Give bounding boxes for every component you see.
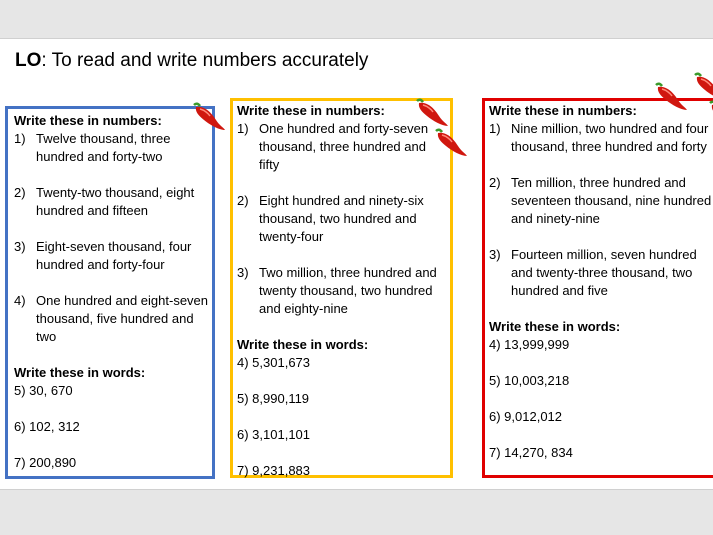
question-text: Eight-seven thousand, four hundred and f… bbox=[36, 239, 192, 272]
words-item: 7) 200,890 bbox=[14, 455, 77, 470]
question-number: 3) bbox=[489, 247, 501, 262]
question-item: 2) Eight hundred and ninety-six thousand,… bbox=[237, 192, 447, 246]
question-number: 3) bbox=[237, 265, 249, 280]
question-item: 2) Ten million, three hundred and sevente… bbox=[489, 174, 713, 228]
question-item: 3) Fourteen million, seven hundred and tw… bbox=[489, 246, 713, 300]
question-item: 1) Twelve thousand, three hundred and for… bbox=[14, 130, 209, 166]
question-text: Fourteen million, seven hundred and twen… bbox=[511, 247, 697, 298]
words-item: 6) 9,012,012 bbox=[489, 409, 563, 424]
question-item: 3) Two million, three hundred and twenty … bbox=[237, 264, 447, 318]
question-text: Eight hundred and ninety-six thousand, t… bbox=[259, 193, 424, 244]
question-number: 1) bbox=[237, 121, 249, 136]
question-text: Twelve thousand, three hundred and forty… bbox=[36, 131, 171, 164]
chilli-pepper-icon bbox=[655, 82, 687, 110]
blue-column: Write these in numbers: 1) Twelve thousan… bbox=[14, 112, 209, 472]
question-number: 2) bbox=[237, 193, 249, 208]
words-heading: Write these in words: bbox=[489, 319, 621, 334]
page-title: LO: To read and write numbers accurately bbox=[15, 50, 368, 72]
question-text: Twenty-two thousand, eight hundred and f… bbox=[36, 185, 195, 218]
chilli-pepper-icon bbox=[416, 98, 448, 126]
question-item: 4) One hundred and eight-seven thousand, … bbox=[14, 292, 209, 346]
chilli-pepper-icon bbox=[709, 100, 713, 111]
question-text: One hundred and eight-seven thousand, fi… bbox=[36, 293, 209, 344]
question-item: 2) Twenty-two thousand, eight hundred and… bbox=[14, 184, 209, 220]
words-heading: Write these in words: bbox=[237, 337, 369, 352]
question-item: 3) Eight-seven thousand, four hundred and… bbox=[14, 238, 209, 274]
yellow-column: Write these in numbers: 1) One hundred an… bbox=[237, 102, 447, 480]
words-item: 4) 5,301,673 bbox=[237, 355, 311, 370]
question-number: 3) bbox=[14, 239, 26, 254]
lo-label: LO bbox=[15, 50, 42, 71]
slide: LO: To read and write numbers accurately… bbox=[0, 38, 713, 490]
words-heading: Write these in words: bbox=[14, 365, 146, 380]
words-item: 5) 8,990,119 bbox=[237, 391, 310, 406]
question-number: 4) bbox=[14, 293, 26, 308]
question-text: Nine million, two hundred and four thous… bbox=[511, 121, 709, 154]
question-item: 1) Nine million, two hundred and four tho… bbox=[489, 120, 713, 156]
words-item: 6) 102, 312 bbox=[14, 419, 80, 434]
words-item: 5) 10,003,218 bbox=[489, 373, 570, 388]
words-item: 6) 3,101,101 bbox=[237, 427, 311, 442]
red-column: Write these in numbers: 1) Nine million, … bbox=[489, 102, 713, 462]
words-item: 7) 9,231,883 bbox=[237, 463, 311, 478]
numbers-heading: Write these in numbers: bbox=[14, 113, 162, 128]
question-text: Ten million, three hundred and seventeen… bbox=[511, 175, 712, 226]
chilli-pepper-icon bbox=[435, 128, 467, 156]
question-number: 2) bbox=[14, 185, 26, 200]
lo-text: : To read and write numbers accurately bbox=[41, 50, 369, 71]
words-item: 5) 30, 670 bbox=[14, 383, 73, 398]
question-number: 2) bbox=[489, 175, 501, 190]
question-number: 1) bbox=[14, 131, 26, 146]
question-text: Two million, three hundred and twenty th… bbox=[259, 265, 437, 316]
chilli-pepper-icon bbox=[193, 102, 225, 130]
words-item: 7) 14,270, 834 bbox=[489, 445, 573, 460]
question-number: 1) bbox=[489, 121, 501, 136]
words-item: 4) 13,999,999 bbox=[489, 337, 570, 352]
